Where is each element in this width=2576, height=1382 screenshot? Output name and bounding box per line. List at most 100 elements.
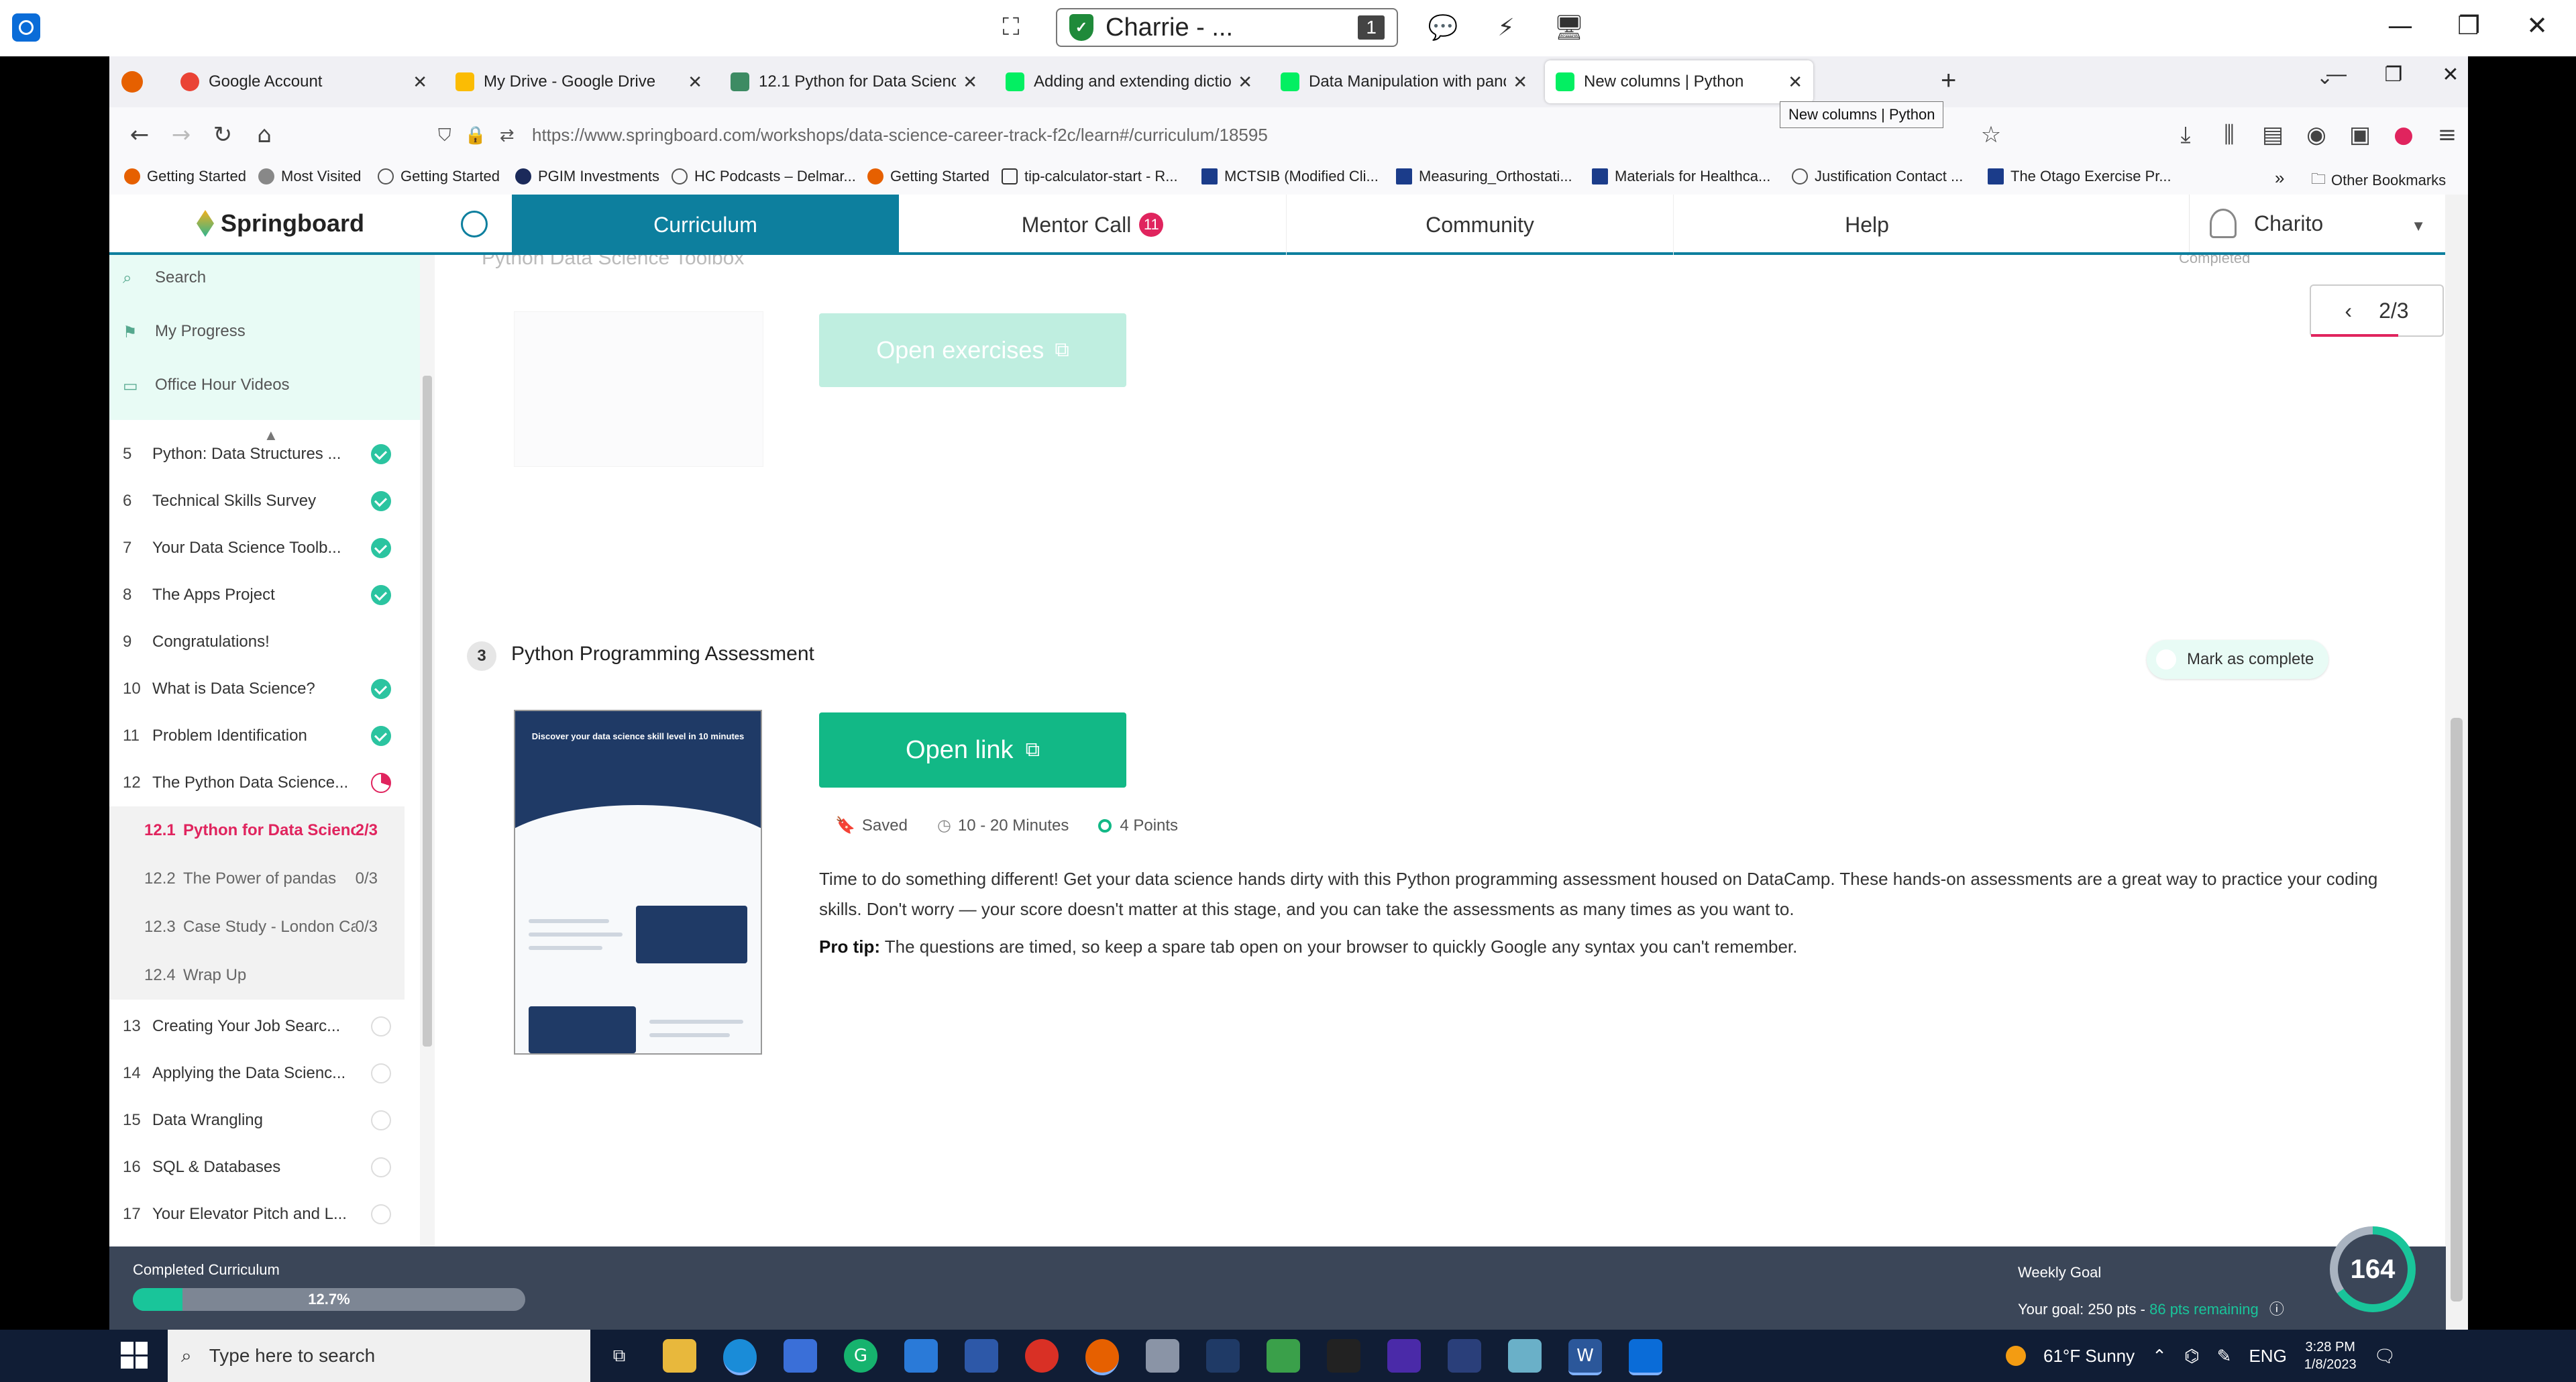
windows-start-icon[interactable] — [121, 1342, 148, 1369]
notes-icon[interactable] — [1508, 1339, 1542, 1373]
nav-curriculum[interactable]: Curriculum — [512, 195, 899, 255]
weather-text[interactable]: 61°F Sunny — [2043, 1346, 2135, 1367]
previous-resource-thumbnail[interactable] — [514, 311, 763, 467]
open-exercises-button[interactable]: Open exercises ⧉ — [819, 313, 1126, 387]
lesson-12-2[interactable]: 12.2 The Power of pandas 0/3 — [109, 855, 405, 903]
weather-sun-icon[interactable] — [2006, 1346, 2026, 1366]
bookmark-item[interactable]: Measuring_Orthostati... — [1396, 168, 1572, 185]
bookmark-item[interactable]: HC Podcasts – Delmar... — [672, 168, 856, 185]
clock-icon[interactable] — [461, 211, 488, 237]
tab-python-for-data-science[interactable]: 12.1 Python for Data Science - S ✕ — [720, 60, 988, 103]
extension-icon[interactable]: ● — [2387, 118, 2420, 152]
library-icon[interactable]: ⫼ — [2212, 118, 2246, 152]
sidebar-search[interactable]: ⌕ Search — [123, 268, 206, 287]
bookmark-item[interactable]: MCTSIB (Modified Cli... — [1201, 168, 1379, 185]
tray-chevron-up-icon[interactable]: ⌃ — [2152, 1346, 2167, 1367]
course-unit-10[interactable]: 10 What is Data Science? — [109, 666, 405, 712]
page-scrollbar[interactable] — [2445, 195, 2468, 1330]
bookmark-item[interactable]: Getting Started — [867, 168, 989, 185]
browser-restore-button[interactable]: ❐ — [2373, 63, 2414, 87]
close-tab-icon[interactable]: ✕ — [1513, 72, 1527, 93]
close-tab-icon[interactable]: ✕ — [688, 72, 702, 93]
task-view-icon[interactable]: ⧉ — [602, 1339, 636, 1373]
close-tab-icon[interactable]: ✕ — [1238, 72, 1252, 93]
notifications-icon[interactable]: 🗨 — [2374, 1346, 2396, 1367]
browser-minimize-button[interactable]: — — [2316, 63, 2357, 86]
taskbar-search[interactable]: ⌕ Type here to search — [168, 1330, 590, 1382]
course-unit-8[interactable]: 8 The Apps Project — [109, 572, 405, 619]
tab-google-drive[interactable]: My Drive - Google Drive ✕ — [445, 60, 713, 103]
menu-hamburger-icon[interactable]: ≡ — [2430, 118, 2464, 152]
open-link-button[interactable]: Open link ⧉ — [819, 712, 1126, 788]
other-bookmarks[interactable]: 🗀 Other Bookmarks — [2311, 168, 2446, 193]
course-unit-6[interactable]: 6 Technical Skills Survey — [109, 478, 405, 525]
more-bookmarks-chevron-icon[interactable]: » — [2275, 168, 2284, 189]
tab-new-columns-python[interactable]: New columns | Python ✕ — [1545, 60, 1813, 103]
network-icon[interactable]: ⌬ — [2184, 1346, 2200, 1367]
bookmark-item[interactable]: tip-calculator-start - R... — [1002, 168, 1178, 185]
bookmark-item[interactable]: Materials for Healthca... — [1592, 168, 1770, 185]
language-indicator[interactable]: ENG — [2249, 1346, 2286, 1367]
visual-studio-icon[interactable] — [1448, 1339, 1481, 1373]
nav-mentor-call[interactable]: Mentor Call 11 — [899, 195, 1286, 255]
session-selector[interactable]: ✓ Charrie - ... 1 — [1056, 8, 1398, 47]
firefox-view-icon[interactable] — [121, 71, 143, 93]
extension-icon[interactable]: ◉ — [2300, 118, 2333, 152]
sidebar-scrollbar-thumb[interactable] — [423, 376, 432, 1047]
bookmark-item[interactable]: PGIM Investments — [515, 168, 659, 185]
saved-indicator[interactable]: 🔖 Saved — [835, 816, 908, 835]
package-icon[interactable] — [1267, 1339, 1300, 1373]
bookmark-item[interactable]: Justification Contact ... — [1792, 168, 1963, 185]
edge-icon[interactable] — [723, 1339, 757, 1375]
url-text[interactable]: https://www.springboard.com/workshops/da… — [532, 125, 1268, 146]
bookmark-star-icon[interactable]: ☆ — [1974, 118, 2008, 152]
terminal-icon[interactable] — [1327, 1339, 1360, 1373]
user-menu[interactable]: Charito ▼ — [2189, 195, 2446, 252]
bookmark-item[interactable]: Getting Started — [124, 168, 246, 185]
close-button[interactable]: ✕ — [2512, 5, 2563, 46]
close-tab-icon[interactable]: ✕ — [413, 72, 427, 93]
bookmark-item[interactable]: The Otago Exercise Pr... — [1988, 168, 2171, 185]
course-unit-14[interactable]: 14 Applying the Data Scienc... — [109, 1050, 405, 1097]
ide-icon[interactable] — [1387, 1339, 1421, 1373]
resource-thumbnail[interactable]: Discover your data science skill level i… — [514, 710, 762, 1055]
sidebar-scrollbar[interactable] — [420, 255, 435, 1246]
close-tab-icon[interactable]: ✕ — [1788, 72, 1803, 93]
mail-icon[interactable] — [904, 1339, 938, 1373]
camera-icon[interactable] — [1146, 1339, 1179, 1373]
restore-button[interactable]: ❐ — [2443, 5, 2494, 46]
lightning-icon[interactable]: ⚡ — [1488, 9, 1524, 46]
bookmark-item[interactable]: Most Visited — [258, 168, 361, 185]
remote-app-logo-icon[interactable] — [12, 13, 40, 42]
course-unit-16[interactable]: 16 SQL & Databases — [109, 1144, 405, 1191]
course-unit-9[interactable]: 9 Congratulations! — [109, 619, 405, 666]
nav-help[interactable]: Help — [1673, 195, 2060, 255]
remote-app-icon[interactable] — [1629, 1339, 1662, 1375]
nav-community[interactable]: Community — [1286, 195, 1673, 255]
sidebar-icon[interactable]: ▤ — [2256, 118, 2290, 152]
file-explorer-icon[interactable] — [663, 1339, 696, 1373]
word-icon[interactable]: W — [1568, 1339, 1602, 1375]
chrome-icon[interactable] — [1025, 1339, 1059, 1373]
extension-icon[interactable]: ▣ — [2343, 118, 2377, 152]
lesson-12-4[interactable]: 12.4 Wrap Up — [109, 951, 405, 1000]
minimize-button[interactable]: — — [2375, 5, 2426, 46]
reload-icon[interactable]: ↻ — [206, 118, 239, 152]
info-icon[interactable]: ⓘ — [2269, 1301, 2284, 1318]
taskbar-clock[interactable]: 3:28 PM 1/8/2023 — [2304, 1338, 2357, 1373]
springboard-logo[interactable]: Springboard — [197, 209, 364, 237]
course-unit-15[interactable]: 15 Data Wrangling — [109, 1097, 405, 1144]
course-unit-13[interactable]: 13 Creating Your Job Searc... — [109, 1003, 405, 1050]
home-icon[interactable]: ⌂ — [248, 118, 281, 152]
course-unit-17[interactable]: 17 Your Elevator Pitch and L... — [109, 1191, 405, 1238]
tab-data-manipulation-pandas[interactable]: Data Manipulation with panda ✕ — [1270, 60, 1538, 103]
chat-icon[interactable]: 💬 — [1425, 9, 1461, 46]
page-scrollbar-thumb[interactable] — [2451, 718, 2463, 1301]
lesson-12-1[interactable]: 12.1 Python for Data Science 2/3 — [109, 806, 405, 855]
forward-arrow-icon[interactable]: → — [164, 118, 198, 152]
fullscreen-icon[interactable]: ⛶ — [993, 9, 1029, 46]
course-unit-7[interactable]: 7 Your Data Science Toolb... — [109, 525, 405, 572]
sidebar-office-hours[interactable]: ▭ Office Hour Videos — [123, 376, 290, 395]
firefox-icon[interactable] — [1085, 1339, 1119, 1375]
browser-close-button[interactable]: ✕ — [2430, 63, 2471, 87]
